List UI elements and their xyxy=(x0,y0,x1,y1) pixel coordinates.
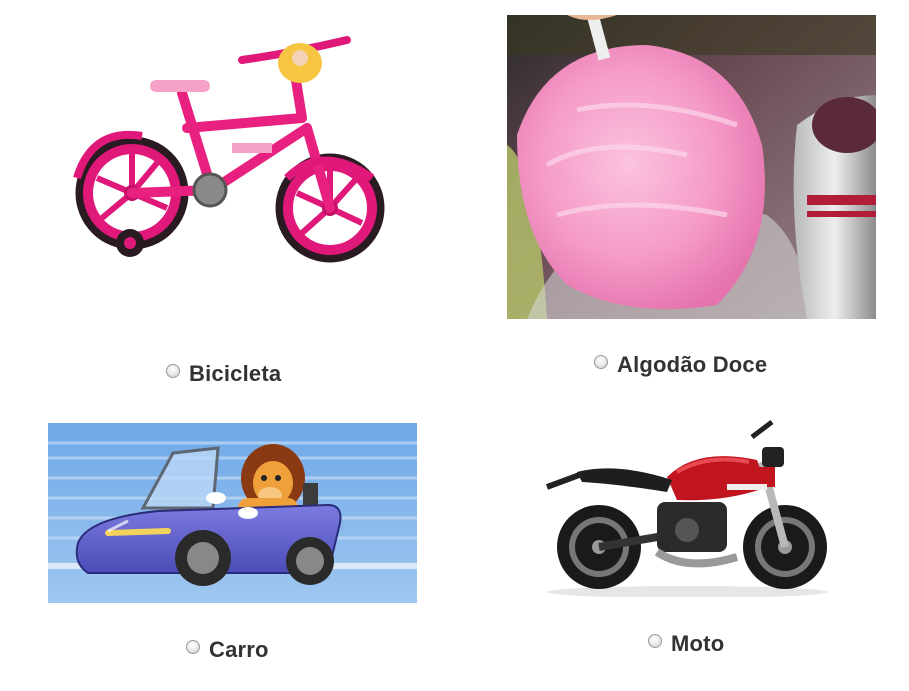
radio-icon[interactable] xyxy=(186,640,200,654)
option-carro[interactable]: Carro xyxy=(186,637,269,663)
radio-icon[interactable] xyxy=(648,634,662,648)
option-label: Moto xyxy=(671,631,725,656)
cotton-candy-image xyxy=(507,15,876,319)
bicycle-image xyxy=(62,28,392,268)
option-moto[interactable]: Moto xyxy=(648,631,724,657)
option-label: Algodão Doce xyxy=(617,352,768,377)
option-algodao-doce[interactable]: Algodão Doce xyxy=(594,352,767,378)
option-label: Bicicleta xyxy=(189,361,282,386)
option-label: Carro xyxy=(209,637,269,662)
radio-icon[interactable] xyxy=(166,364,180,378)
radio-icon[interactable] xyxy=(594,355,608,369)
car-image xyxy=(48,423,417,603)
motorcycle-image xyxy=(537,412,837,597)
option-bicicleta[interactable]: Bicicleta xyxy=(166,361,281,387)
